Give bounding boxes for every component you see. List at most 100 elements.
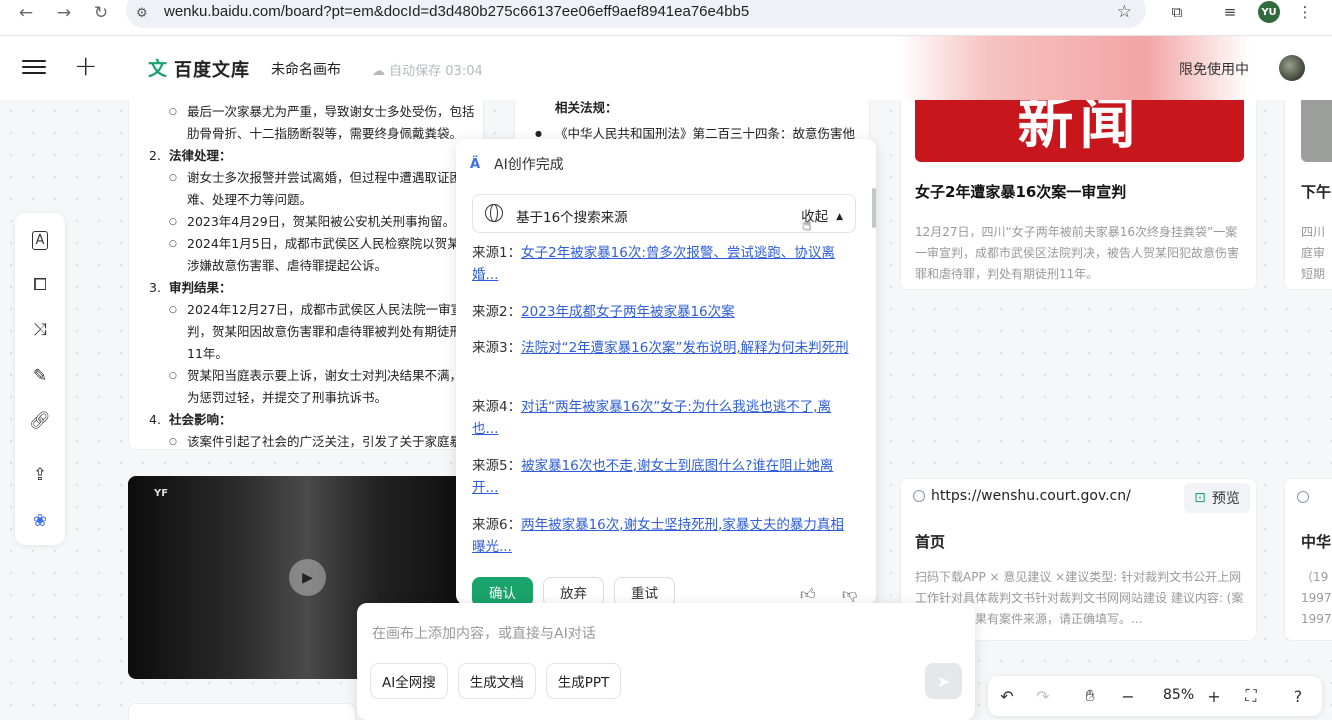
connector-tool-icon[interactable]: ⤨ [28,318,52,342]
preview-button[interactable]: ⊡ 预览 [1184,483,1250,513]
chat-input[interactable]: 在画布上添加内容，或直接与AI对话 [372,623,596,643]
extensions-icon[interactable]: ⧉ [1166,1,1188,23]
link-description: （19 1997 1997 [1301,567,1332,630]
source-link[interactable]: 两年被家暴16次,谢女士坚持死刑,家暴丈夫的暴力真相曝光... [472,517,844,555]
card-stub[interactable] [128,703,356,720]
send-icon[interactable]: ➤ [925,663,962,699]
law-card-title: 相关法规： [555,100,618,115]
news-desc-line: 庭审 [1301,246,1326,260]
cloud-save-icon: ☁ [372,64,385,79]
bookmark-star-icon[interactable]: ☆ [1117,2,1132,22]
source-link[interactable]: 对话“两年被家暴16次”女子:为什么我逃也逃不了,离也... [472,399,831,437]
user-avatar[interactable] [1279,55,1305,81]
fit-screen-icon[interactable]: ⛶ [1240,685,1262,707]
shape-tool-icon[interactable]: ⧠ [28,273,52,297]
news-description: 12月27日，四川“女子两年被前夫家暴16次终身挂粪袋”一案一审宣判，成都市武侯… [915,225,1240,281]
source-key: 来源2： [472,304,522,320]
ai-web-search-chip[interactable]: AI全网搜 [370,663,448,699]
browser-menu-icon[interactable]: ⋮ [1294,1,1316,23]
list-item-cont: 判，贺某阳因故意伤害罪和虐待罪被判处有期徒刑 [187,324,463,339]
reload-icon[interactable]: ↻ [89,0,113,26]
section-heading: 3. 审判结果： [149,277,483,299]
media-controls-icon[interactable]: ≡ [1219,1,1241,23]
source-link[interactable]: 被家暴16次也不走,谢女士到底图什么?谁在阻止她离开... [472,458,833,496]
section-number: 2. [149,148,161,163]
thumbs-down-icon[interactable]: 👎︎ [842,585,857,604]
left-toolbar: A ⧠ ⤨ ✎ 🔗︎ ⇪ ❀ [15,213,65,545]
help-icon[interactable]: ? [1287,685,1309,707]
news-thumbnail [1301,100,1332,162]
news-card-partial[interactable]: 下午 四川 庭审 短期 [1284,100,1332,290]
zoom-out-icon[interactable]: − [1117,685,1139,707]
new-canvas-plus-icon[interactable]: + [74,50,97,82]
pen-tool-icon[interactable]: ✎ [28,364,52,388]
source-link[interactable]: 女子2年被家暴16次:曾多次报警、尝试逃跑、协议离婚... [472,245,835,283]
forward-icon[interactable]: → [52,0,76,26]
redo-icon[interactable]: ↷ [1032,685,1054,707]
zoom-in-icon[interactable]: + [1203,685,1225,707]
news-desc-line: 短期 [1301,267,1326,281]
source-item: 来源2：2023年成都女子两年被家暴16次案 [472,301,852,323]
autosave-text: 自动保存 03:04 [389,64,483,79]
section-heading: 4. 社会影响： [149,409,483,431]
ai-result-panel: Ä AI创作完成 基于16个搜索来源 收起 ▲ ☝ 来源1：女子2年被家暴16次:… [456,139,876,605]
apps-tool-icon[interactable]: ❀ [28,509,52,533]
link-title: 首页 [915,533,946,551]
link-url-row[interactable]: https://wenshu.court.gov.cn/ [913,488,1131,504]
address-bar[interactable]: ⚙ wenku.baidu.com/board?pt=em&docId=d3d4… [126,0,1146,28]
preview-icon: ⊡ [1194,490,1206,506]
hand-pan-icon[interactable]: ✋︎ [1079,685,1101,707]
source-item: 来源6：两年被家暴16次,谢女士坚持死刑,家暴丈夫的暴力真相曝光... [472,514,852,558]
ai-panel-title: AI创作完成 [494,157,564,173]
link-url: https://wenshu.court.gov.cn/ [931,488,1131,504]
source-link[interactable]: 2023年成都女子两年被家暴16次案 [521,304,735,320]
source-item: 来源4：对话“两年被家暴16次”女子:为什么我逃也逃不了,离也... [472,396,852,440]
ai-chat-box: 在画布上添加内容，或直接与AI对话 AI全网搜 生成文档 生成PPT ➤ [357,603,975,720]
search-sources-toggle[interactable]: 基于16个搜索来源 收起 ▲ [472,194,856,233]
retry-button[interactable]: 重试 [614,577,675,605]
list-item: 2024年1月5日，成都市武侯区人民检察院以贺某阳 [149,233,483,255]
profile-avatar[interactable]: YU [1258,1,1280,23]
panel-scrollbar[interactable] [872,188,876,228]
news-title: 下午 [1301,183,1332,201]
list-item: 最后一次家暴尤为严重，导致谢女士多处受伤，包括 [149,101,483,123]
list-item: 谢女士多次报警并尝试离婚，但过程中遭遇取证困 [149,167,483,189]
news-card[interactable]: 新闻 女子2年遭家暴16次案一审宣判 12月27日，四川“女子两年被前夫家暴16… [900,100,1257,290]
wenku-logo-icon: 文 [148,58,168,80]
hamburger-menu-icon[interactable] [22,56,46,80]
list-item-cont: 为惩罚过轻，并提交了刑事抗诉书。 [187,390,388,405]
generate-ppt-chip[interactable]: 生成PPT [545,663,622,699]
section-heading: 2. 法律处理： [149,145,483,167]
list-item-cont: 11年。 [187,346,228,361]
source-key: 来源4： [472,399,522,415]
link-tool-icon[interactable]: 🔗︎ [28,409,52,433]
text-tool-icon[interactable]: A [28,228,52,252]
free-use-label[interactable]: 限免使用中 [1179,59,1249,79]
upload-tool-icon[interactable]: ⇪ [28,463,52,487]
source-key: 来源5： [472,458,522,474]
generate-doc-chip[interactable]: 生成文档 [457,663,536,699]
ai-actions: 确认 放弃 重试 [472,577,685,605]
summary-document-card[interactable]: 最后一次家暴尤为严重，导致谢女士多处受伤，包括 肋骨骨折、十二指肠断裂等，需要终… [128,100,484,450]
undo-icon[interactable]: ↶ [996,685,1018,707]
back-icon[interactable]: ← [14,0,38,26]
link-desc-line: 1997 [1301,612,1332,626]
discard-button[interactable]: 放弃 [543,577,604,605]
canvas-title[interactable]: 未命名画布 [271,59,341,79]
list-item: 2024年12月27日，成都市武侯区人民法院一审宣 [149,299,483,321]
list-item-cont: 涉嫌故意伤害罪、虐待罪提起公诉。 [187,258,388,273]
video-channel-badge: YF [154,488,169,499]
source-link[interactable]: 法院对“2年遭家暴16次案”发布说明,解释为何未判死刑 [521,340,849,356]
site-info-icon[interactable]: ⚙ [136,6,148,21]
confirm-button[interactable]: 确认 [472,577,533,605]
web-link-card-partial[interactable]: 中华 （19 1997 1997 [1284,478,1332,641]
section-number: 4. [149,412,161,427]
source-item: 来源5：被家暴16次也不走,谢女士到底图什么?谁在阻止她离开... [472,455,852,499]
thumbs-up-icon[interactable]: 👍︎ [800,585,816,604]
source-key: 来源1： [472,245,522,261]
play-icon[interactable]: ▶ [289,559,326,596]
source-key: 来源3： [472,340,522,356]
wenku-logo[interactable]: 文 百度文库 [148,56,250,82]
app-header: + 文 百度文库 未命名画布 ☁ 自动保存 03:04 限免使用中 [0,36,1332,100]
zoom-level[interactable]: 85% [1163,687,1194,703]
